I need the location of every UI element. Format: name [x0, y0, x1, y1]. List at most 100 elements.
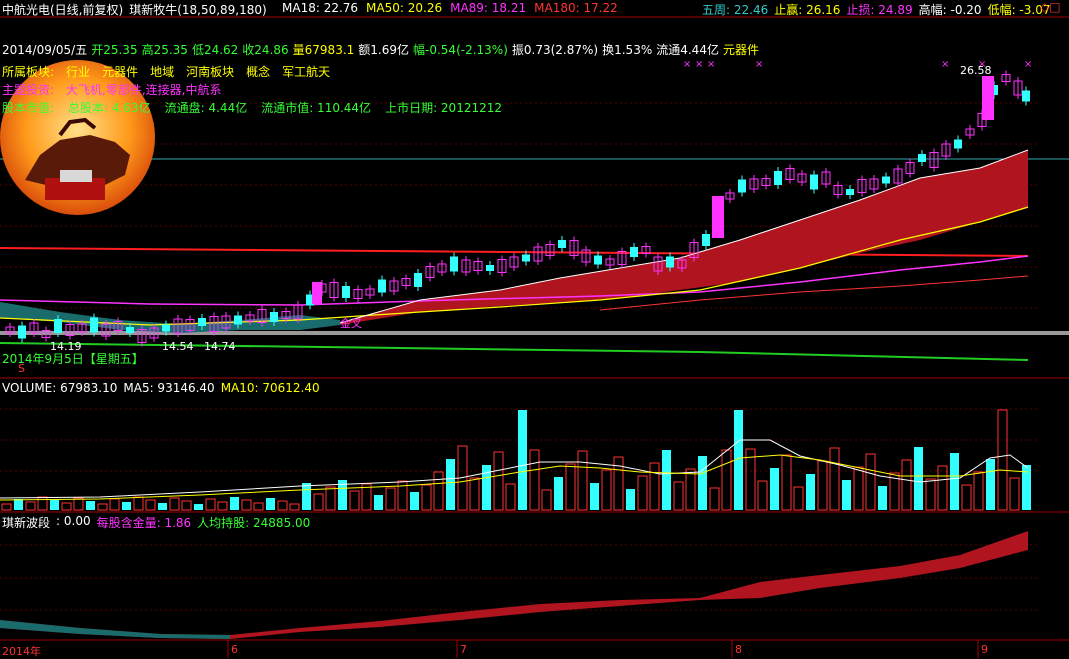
wave-band — [0, 531, 1028, 639]
volume-bar — [253, 502, 264, 511]
industry-value[interactable]: 元器件 — [102, 63, 138, 80]
volume-bar — [230, 497, 239, 510]
volume-bar — [433, 471, 444, 511]
volume-bar — [133, 496, 144, 511]
volume-bar — [997, 409, 1008, 511]
volume-bar — [289, 503, 300, 511]
volume-bar — [781, 454, 792, 511]
volume-bar — [793, 486, 804, 511]
volume-bar — [410, 492, 419, 510]
volume-bar — [973, 471, 984, 511]
volume-bar — [50, 500, 59, 510]
volume-bar — [421, 484, 432, 511]
volume-bar — [493, 451, 504, 511]
volume-bar — [349, 490, 360, 511]
candle-body — [666, 256, 674, 268]
volume-bar — [446, 459, 455, 510]
candle-body-solid — [312, 282, 322, 304]
cap-label: 股本市值: — [2, 101, 55, 115]
volume-bar — [1009, 477, 1020, 511]
volume-bar — [937, 465, 948, 511]
volume-bar — [649, 462, 660, 511]
volume-bar — [577, 450, 588, 511]
region-value[interactable]: 河南板块 — [186, 63, 234, 80]
float-shares: 流通盘: 4.44亿 — [164, 101, 248, 115]
volume-bar — [986, 459, 995, 510]
volume-bar — [73, 497, 84, 511]
volume-bar — [505, 483, 516, 511]
candle-body — [162, 324, 170, 332]
volume-bar — [145, 499, 156, 511]
candle-body — [54, 319, 62, 333]
candle-body — [702, 234, 710, 246]
volume-bar — [721, 449, 732, 511]
volume-bar — [86, 501, 95, 510]
candle-body — [342, 286, 350, 298]
axis-month-9: 9 — [981, 643, 988, 656]
svg-text:×: × — [941, 59, 949, 70]
candle-body — [882, 176, 890, 184]
volume-bar — [541, 489, 552, 511]
candle-body — [234, 315, 242, 325]
volume-bar — [97, 503, 108, 511]
candle-body — [198, 318, 206, 326]
green-trend-line — [0, 342, 1029, 361]
cap-line: 股本市值: 总股本: 4.63亿 流通盘: 4.44亿 流通市值: 110.44… — [2, 99, 502, 116]
volume-value: VOLUME: 67983.10 — [2, 381, 118, 395]
candle-body — [414, 273, 422, 287]
volume-bar — [817, 460, 828, 511]
candle-body — [918, 154, 926, 162]
theme-value[interactable]: 大飞机,零部件,连接器,中航系 — [66, 81, 221, 98]
volume-legend: VOLUME: 67983.10 MA5: 93146.40 MA10: 706… — [2, 381, 320, 395]
volume-bar — [950, 453, 959, 510]
sell-signal-tag: S — [18, 362, 25, 375]
volume-bar — [122, 502, 131, 510]
volume-bars — [1, 409, 1031, 511]
wave-name: 琪新波段 — [2, 516, 51, 530]
wave-legend: 琪新波段 : 0.00 每股含金量: 1.86 人均持股: 24885.00 — [2, 514, 310, 531]
candle-body — [558, 240, 566, 248]
axis-month-6: 6 — [231, 643, 238, 656]
volume-bar — [698, 456, 707, 510]
total-shares: 总股本: 4.63亿 — [68, 101, 151, 115]
theme-line: 主题投资: 大飞机,零部件,连接器,中航系 — [2, 81, 222, 98]
peak-price-label: 26.58 — [960, 64, 992, 77]
industry-label: 行业 — [66, 65, 91, 79]
ma-band — [340, 150, 1028, 325]
volume-bar — [709, 487, 720, 511]
list-date: 上市日期: 20121212 — [385, 101, 502, 115]
volume-bar — [961, 484, 972, 511]
candle-body — [522, 254, 530, 262]
volume-bar — [806, 474, 815, 510]
concept-label: 概念 — [246, 65, 271, 79]
volume-bar — [1, 503, 12, 511]
volume-bar — [601, 469, 612, 511]
volume-bar — [266, 498, 275, 510]
volume-bar — [554, 477, 563, 510]
volume-bar — [169, 497, 180, 511]
month-ticks — [227, 640, 979, 658]
candle-body — [810, 174, 818, 190]
svg-text:×: × — [695, 59, 703, 70]
candle-body — [18, 325, 26, 339]
volume-bar — [374, 495, 383, 510]
volume-ma5: MA5: 93146.40 — [123, 381, 215, 395]
candle-body — [774, 171, 782, 185]
candle-body — [90, 317, 98, 333]
volume-bar — [925, 478, 936, 511]
volume-ma5-line — [0, 439, 1029, 499]
volume-bar — [302, 483, 311, 510]
volume-bar — [181, 500, 192, 511]
volume-bar — [878, 486, 887, 510]
candle-body — [486, 265, 494, 271]
theme-label: 主题投资: — [2, 83, 55, 97]
volume-bar — [529, 449, 540, 511]
volume-bar — [518, 410, 527, 510]
holding-per-person: 人均持股: 24885.00 — [197, 516, 311, 530]
concept-value[interactable]: 军工航天 — [282, 63, 330, 80]
axis-month-2014: 2014年 — [2, 645, 41, 658]
candle-body — [378, 279, 386, 293]
volume-bar — [673, 481, 684, 511]
volume-bar — [662, 450, 671, 510]
volume-bar — [61, 502, 72, 511]
